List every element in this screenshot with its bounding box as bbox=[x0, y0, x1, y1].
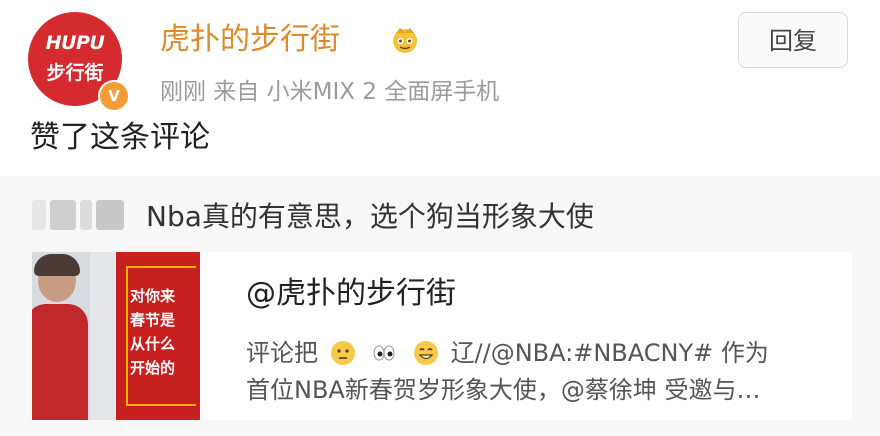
excerpt-suffix: 辽//@NBA:#NBACNY# 作为 bbox=[450, 339, 769, 367]
poster-text-line: 春节是 bbox=[130, 311, 176, 329]
card-excerpt-line2: 首位NBA新春贺岁形象大使，@蔡徐坤 受邀与… bbox=[246, 376, 761, 404]
post-thumbnail[interactable]: 对你来 春节是 从什么 开始的 bbox=[32, 252, 200, 420]
poster-text-line: 对你来 bbox=[130, 287, 176, 305]
poster-text-line: 从什么 bbox=[130, 335, 176, 353]
card-excerpt-line1: 评论把 辽//@NBA:#NBACNY# 作为 bbox=[246, 336, 769, 369]
username[interactable]: 虎扑的步行街 bbox=[160, 20, 340, 60]
verified-badge-icon: V bbox=[98, 80, 130, 112]
reply-button[interactable]: 回复 bbox=[738, 12, 848, 68]
crown-icon bbox=[393, 28, 417, 53]
thumbnail-poster: 对你来 春节是 从什么 开始的 bbox=[116, 252, 200, 420]
excerpt-prefix: 评论把 bbox=[246, 339, 318, 367]
quoted-post-card[interactable]: 对你来 春节是 从什么 开始的 @虎扑的步行街 评论把 辽//@NBA:#NBA… bbox=[32, 252, 852, 420]
thumbnail-person-body bbox=[32, 304, 88, 420]
original-comment-text: Nba真的有意思，选个狗当形象大使 bbox=[146, 200, 594, 233]
eyes-emoji-icon bbox=[373, 345, 395, 361]
poster-text-line: 开始的 bbox=[130, 359, 176, 377]
post-meta: 刚刚 来自 小米MIX 2 全面屏手机 bbox=[160, 79, 500, 105]
card-title[interactable]: @虎扑的步行街 bbox=[246, 274, 456, 314]
blurred-username bbox=[32, 200, 132, 230]
grin-emoji-icon bbox=[413, 341, 438, 365]
thumbnail-background bbox=[90, 252, 116, 420]
thumbnail-person-hair bbox=[34, 254, 80, 276]
action-text: 赞了这条评论 bbox=[30, 120, 210, 155]
liked-notification-header: HUPU 步行街 V 虎扑的步行街 刚刚 来自 小米MIX 2 全面屏手机 回复… bbox=[0, 0, 880, 176]
avatar-logo-line1: HUPU bbox=[45, 32, 105, 54]
face-emoji-icon bbox=[330, 341, 355, 365]
